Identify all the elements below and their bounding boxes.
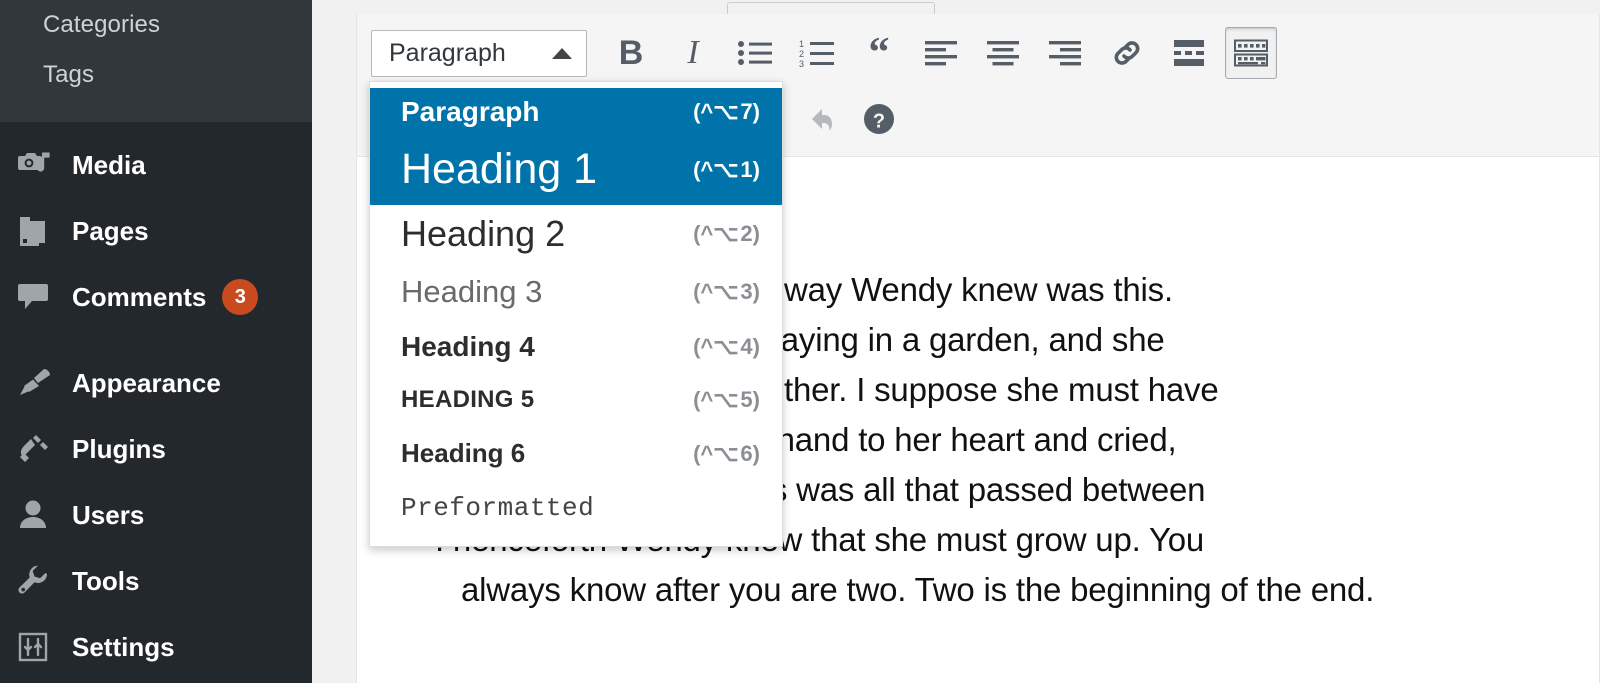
align-right-button[interactable] [1039,27,1091,79]
toolbar-row-1: Paragraph B I 1 2 3 “ [371,20,1599,86]
sidebar-item-label: Users [72,499,145,530]
sidebar-item-label: Settings [72,631,175,662]
format-option-label: Heading 1 [401,145,598,193]
sidebar-item-label: Comments [72,281,207,312]
read-more-button[interactable] [1163,27,1215,79]
format-option-label: Heading 4 [401,331,535,363]
sidebar-item-pages[interactable]: Pages [0,198,312,264]
italic-icon: I [687,34,699,71]
svg-text:3: 3 [799,59,804,67]
format-option-label: Preformatted [401,493,595,524]
align-left-button[interactable] [915,27,967,79]
svg-text:?: ? [873,111,885,133]
admin-sidebar: Categories Tags Media Pages Comments 3 A… [0,0,312,683]
plugins-icon [18,432,64,466]
format-option-paragraph[interactable]: Paragraph (^⌥ 7) [370,88,782,138]
format-option-heading-5[interactable]: HEADING 5 (^⌥ 5) [370,375,782,427]
pages-icon [18,214,64,248]
sidebar-item-label: Appearance [72,367,221,398]
sidebar-item-label: Media [72,149,146,180]
format-option-preformatted[interactable]: Preformatted [370,482,782,537]
blockquote-button[interactable]: “ [853,27,905,79]
redo-button[interactable] [791,93,843,145]
bold-icon: B [618,34,644,72]
post-editor-panel: Paragraph B I 1 2 3 “ ? Paragraph (^⌥ 7)… [356,2,1600,683]
sidebar-item-label: Tools [72,565,140,596]
format-option-heading-6[interactable]: Heading 6 (^⌥ 6) [370,427,782,482]
redo-icon [801,105,833,133]
format-option-heading-3[interactable]: Heading 3 (^⌥ 3) [370,265,782,321]
format-option-heading-4[interactable]: Heading 4 (^⌥ 4) [370,321,782,375]
sidebar-item-comments[interactable]: Comments 3 [0,264,312,330]
bulleted-list-icon [738,40,772,66]
comments-icon [18,280,64,314]
comments-count-badge: 3 [222,279,259,315]
align-center-icon [987,40,1019,66]
wordpress-editor-screen: Categories Tags Media Pages Comments 3 A… [0,0,1600,683]
read-more-icon [1174,40,1204,66]
sidebar-item-settings[interactable]: Settings [0,614,312,680]
sidebar-menu: Media Pages Comments 3 Appearance Plugin… [0,122,312,680]
format-option-shortcut: (^⌥ 6) [693,440,760,466]
blockquote-icon: “ [868,30,890,76]
italic-button[interactable]: I [667,27,719,79]
format-dropdown-menu: Paragraph (^⌥ 7) Heading 1 (^⌥ 1) Headin… [369,81,783,548]
help-icon: ? [863,103,895,135]
svg-text:1: 1 [799,39,804,49]
format-select[interactable]: Paragraph [371,29,587,77]
link-icon [1111,37,1143,69]
format-option-shortcut: (^⌥ 4) [693,334,760,360]
numbered-list-icon: 1 2 3 [799,39,835,67]
sidebar-item-label: Plugins [72,433,166,464]
media-icon [18,148,64,182]
caret-up-icon [552,47,572,59]
sidebar-item-media[interactable]: Media [0,132,312,198]
help-button[interactable]: ? [853,93,905,145]
format-option-label: Heading 3 [401,274,543,310]
link-button[interactable] [1101,27,1153,79]
format-option-shortcut: (^⌥ 7) [693,99,760,124]
format-option-shortcut: (^⌥ 5) [693,387,760,413]
format-option-label: Heading 6 [401,438,526,469]
users-icon [18,498,64,532]
format-option-label: HEADING 5 [401,386,535,414]
format-select-value: Paragraph [389,38,506,67]
format-option-label: Heading 2 [401,213,566,255]
format-option-shortcut: (^⌥ 2) [693,221,760,247]
content-paragraph-2-line-7: always know after you are two. Two is th… [461,571,1375,608]
format-option-shortcut: (^⌥ 1) [693,156,760,182]
sidebar-item-plugins[interactable]: Plugins [0,416,312,482]
format-option-heading-1[interactable]: Heading 1 (^⌥ 1) [370,138,782,206]
format-option-heading-2[interactable]: Heading 2 (^⌥ 2) [370,205,782,265]
tools-icon [18,564,64,598]
sidebar-submenu: Categories Tags [0,0,312,122]
sidebar-item-tools[interactable]: Tools [0,548,312,614]
toolbar-toggle-icon [1234,39,1268,67]
sidebar-item-appearance[interactable]: Appearance [0,350,312,416]
editor-tab-stub[interactable] [727,2,935,14]
editor-toolbar: Paragraph B I 1 2 3 “ ? Paragraph (^⌥ 7)… [357,14,1599,548]
format-option-label: Paragraph [401,96,540,127]
sidebar-subitem-tags[interactable]: Tags [0,50,312,100]
align-center-button[interactable] [977,27,1029,79]
svg-text:2: 2 [799,49,804,59]
numbered-list-button[interactable]: 1 2 3 [791,27,843,79]
bold-button[interactable]: B [605,27,657,79]
align-left-icon [925,40,957,66]
sidebar-divider [0,330,312,350]
sidebar-subitem-categories[interactable]: Categories [0,0,312,50]
appearance-icon [18,366,64,400]
bulleted-list-button[interactable] [729,27,781,79]
format-option-shortcut: (^⌥ 3) [693,279,760,305]
sidebar-item-users[interactable]: Users [0,482,312,548]
toolbar-toggle-button[interactable] [1225,27,1277,79]
settings-icon [18,630,64,664]
align-right-icon [1049,40,1081,66]
sidebar-item-label: Pages [72,215,149,246]
